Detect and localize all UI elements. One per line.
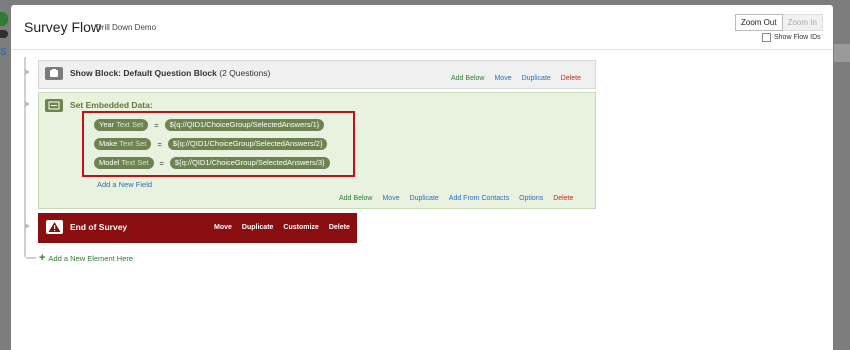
question-block-name: Show Block: Default Question Block [70,68,217,78]
survey-name: Drill Down Demo [96,23,157,32]
add-new-element-label: Add a New Element Here [48,253,134,263]
zoom-in-button[interactable]: Zoom In [782,14,823,31]
add-new-element-button[interactable]: + Add a New Element Here [39,252,134,264]
end-of-survey-block[interactable]: End of Survey Move Duplicate Customize D… [38,213,357,243]
customize-button[interactable]: Customize [283,224,318,231]
plus-icon: + [39,252,46,264]
warning-icon [46,220,63,234]
field-type: Text Set [121,158,149,167]
embedded-data-actions: Add Below Move Duplicate Add From Contac… [339,195,573,202]
delete-button[interactable]: Delete [329,224,350,231]
delete-button[interactable]: Delete [553,195,573,202]
flow-end-line [26,257,36,259]
question-block-actions: Add Below Move Duplicate Delete [451,75,581,82]
embedded-field-row[interactable]: Model Text Set = ${q://QID1/ChoiceGroup/… [94,157,330,169]
zoom-controls: Zoom Out Zoom In [735,14,823,31]
flow-arrow-icon [25,223,30,229]
survey-flow-modal: Survey Flow Drill Down Demo Zoom Out Zoo… [11,5,833,350]
field-name-pill[interactable]: Year Text Set [94,119,149,131]
show-flow-ids-label: Show Flow IDs [774,34,821,41]
question-block-title: Show Block: Default Question Block (2 Qu… [70,68,270,78]
duplicate-button[interactable]: Duplicate [410,195,439,202]
embedded-data-icon [45,99,63,112]
question-block[interactable]: Show Block: Default Question Block (2 Qu… [38,60,596,89]
embedded-data-block[interactable]: Set Embedded Data: Year Text Set = ${q:/… [38,92,596,209]
field-name-pill[interactable]: Model Text Set [94,157,154,169]
field-value-pill[interactable]: ${q://QID1/ChoiceGroup/SelectedAnswers/3… [169,157,330,169]
flow-arrow-icon [25,69,30,75]
options-button[interactable]: Options [519,195,543,202]
add-field-link[interactable]: Add a New Field [97,180,152,189]
add-below-button[interactable]: Add Below [339,195,372,202]
embedded-data-title: Set Embedded Data: [70,100,153,110]
duplicate-button[interactable]: Duplicate [242,224,274,231]
duplicate-button[interactable]: Duplicate [522,75,551,82]
modal-header: Survey Flow Drill Down Demo Zoom Out Zoo… [11,5,833,50]
embedded-field-row[interactable]: Year Text Set = ${q://QID1/ChoiceGroup/S… [94,119,325,131]
field-name: Year [99,120,115,129]
field-value-pill[interactable]: ${q://QID1/ChoiceGroup/SelectedAnswers/1… [164,119,325,131]
move-button[interactable]: Move [214,224,232,231]
equals-sign: = [154,120,159,130]
field-name: Make [99,139,118,148]
add-below-button[interactable]: Add Below [451,75,484,82]
end-of-survey-title: End of Survey [70,222,128,232]
move-button[interactable]: Move [494,75,511,82]
question-count: (2 Questions) [219,68,271,78]
block-icon [45,67,63,80]
embedded-field-row[interactable]: Make Text Set = ${q://QID1/ChoiceGroup/S… [94,138,328,150]
checkbox-icon[interactable] [762,33,771,42]
end-of-survey-actions: Move Duplicate Customize Delete [214,224,350,231]
field-type: Text Set [119,139,147,148]
page-title: Survey Flow [24,19,102,35]
show-flow-ids-toggle[interactable]: Show Flow IDs [762,33,821,42]
field-type: Text Set [116,120,144,129]
background-indicator-dark [0,30,8,38]
background-panel [834,44,850,62]
move-button[interactable]: Move [382,195,399,202]
flow-arrow-icon [25,101,30,107]
delete-button[interactable]: Delete [561,75,581,82]
add-from-contacts-button[interactable]: Add From Contacts [449,195,509,202]
field-value-pill[interactable]: ${q://QID1/ChoiceGroup/SelectedAnswers/2… [167,138,328,150]
zoom-out-button[interactable]: Zoom Out [735,14,783,31]
field-name-pill[interactable]: Make Text Set [94,138,152,150]
equals-sign: = [157,139,162,149]
field-name: Model [99,158,120,167]
equals-sign: = [159,158,164,168]
